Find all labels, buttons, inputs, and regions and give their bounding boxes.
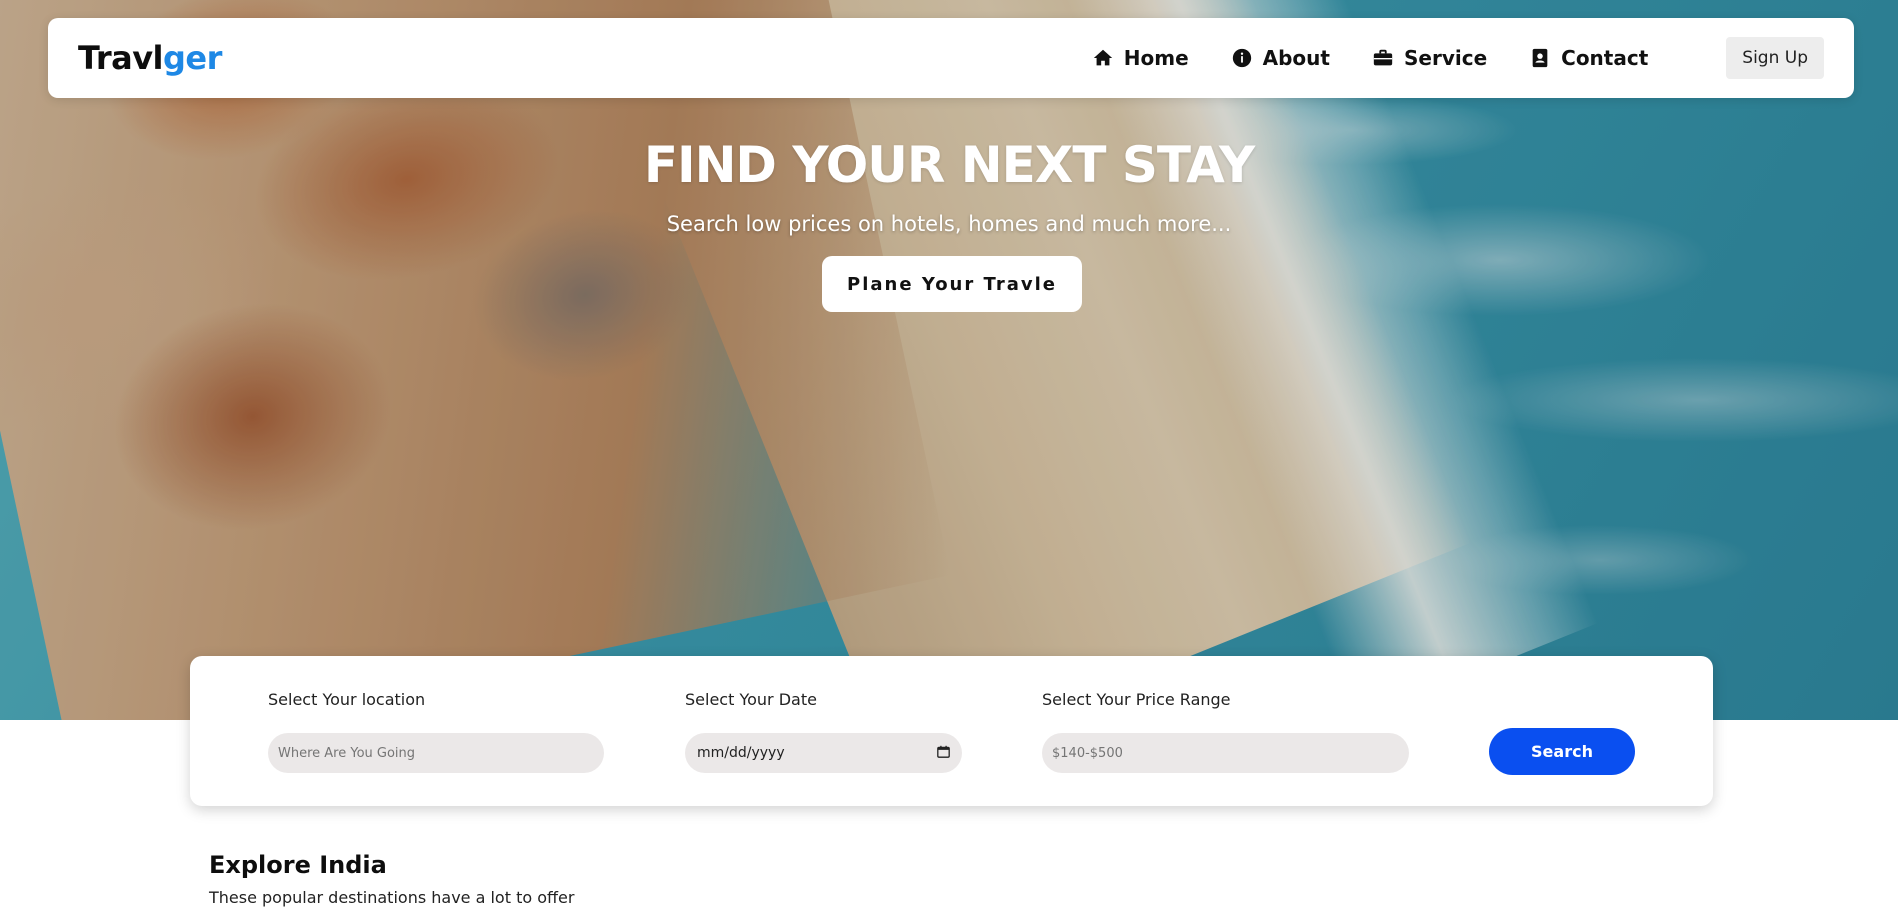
contact-book-icon xyxy=(1529,47,1551,69)
price-label: Select Your Price Range xyxy=(1042,690,1231,709)
sign-up-button[interactable]: Sign Up xyxy=(1726,37,1824,79)
home-icon xyxy=(1092,47,1114,69)
hero-overlay xyxy=(0,0,1898,720)
hero-background-image xyxy=(0,0,1898,720)
briefcase-icon xyxy=(1372,47,1394,69)
nav-item-about[interactable]: About xyxy=(1231,46,1330,70)
calendar-icon[interactable] xyxy=(937,745,950,762)
plan-travel-button[interactable]: Plane Your Travle xyxy=(822,256,1082,312)
nav-item-label: About xyxy=(1262,46,1330,70)
info-icon xyxy=(1231,47,1253,69)
date-input[interactable]: mm/dd/yyyy xyxy=(685,733,962,773)
price-range-input[interactable] xyxy=(1042,733,1409,773)
search-button[interactable]: Search xyxy=(1489,728,1635,775)
location-input[interactable] xyxy=(268,733,604,773)
location-label: Select Your location xyxy=(268,690,426,709)
hero-title: FIND YOUR NEXT STAY xyxy=(643,136,1255,194)
search-panel: Select Your location Select Your Date mm… xyxy=(190,656,1713,806)
nav-item-label: Home xyxy=(1123,46,1189,70)
nav-item-contact[interactable]: Contact xyxy=(1529,46,1648,70)
date-value: mm/dd/yyyy xyxy=(697,745,785,761)
hero-subtitle: Search low prices on hotels, homes and m… xyxy=(666,212,1232,236)
nav-item-service[interactable]: Service xyxy=(1372,46,1487,70)
nav-links: Home About Service Contact Sign Up xyxy=(1092,37,1824,79)
nav-item-label: Service xyxy=(1403,46,1488,70)
nav-item-label: Contact xyxy=(1561,46,1649,70)
date-label: Select Your Date xyxy=(685,690,817,709)
logo[interactable]: Travlger xyxy=(78,39,222,77)
explore-title: Explore India xyxy=(209,851,387,879)
navbar: Travlger Home About Service Contact Sign… xyxy=(48,18,1854,98)
explore-subtitle: These popular destinations have a lot to… xyxy=(209,888,575,907)
nav-item-home[interactable]: Home xyxy=(1092,46,1189,70)
